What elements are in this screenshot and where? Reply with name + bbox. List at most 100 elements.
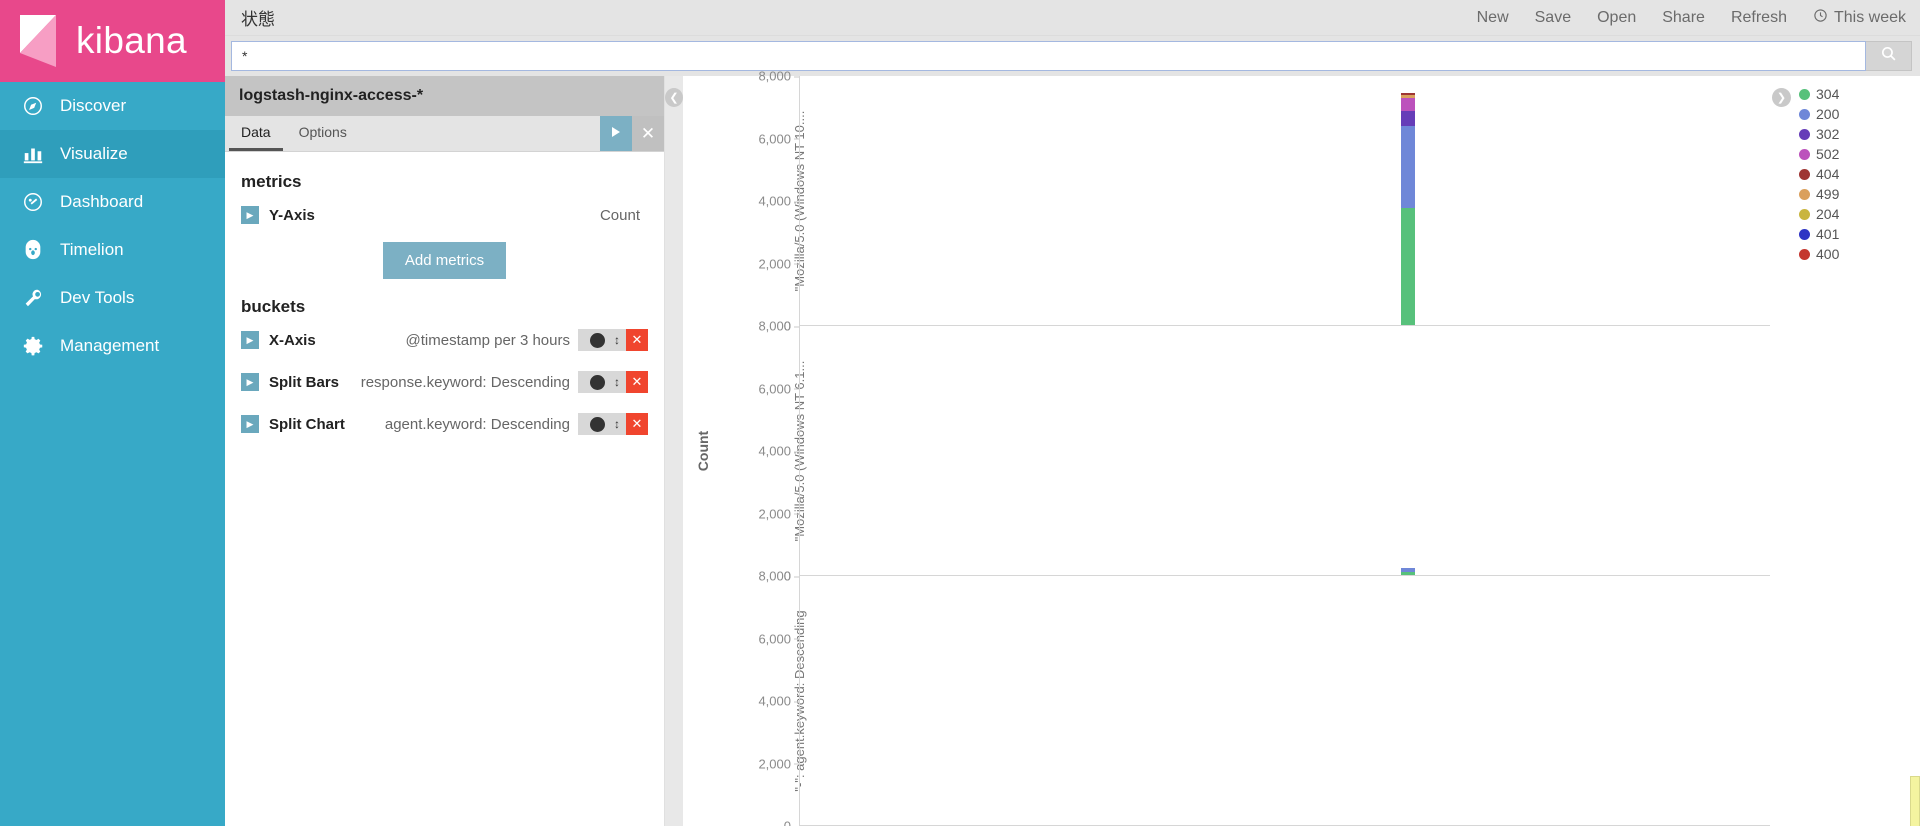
bucket-controls: ↕ ✕ [578,413,648,435]
legend-label: 404 [1816,166,1840,182]
bar-segment[interactable] [1401,125,1416,209]
refresh-button[interactable]: Refresh [1731,9,1787,27]
legend-label: 502 [1816,146,1840,162]
legend-items: 304 200 302 502 404 499 204 401 400 [1799,86,1839,262]
sidebar-item-visualize[interactable]: Visualize [0,130,225,178]
editor-tabs: Data Options ✕ [225,116,664,152]
legend-item[interactable]: 499 [1799,186,1839,202]
topbar-actions: New Save Open Share Refresh This week [1477,8,1920,28]
legend-item[interactable]: 200 [1799,106,1839,122]
apply-changes-button[interactable] [600,116,632,151]
legend-item[interactable]: 304 [1799,86,1839,102]
bucket-row-split-chart[interactable]: ▶ Split Chart agent.keyword: Descending … [241,409,648,439]
legend-color-swatch [1799,128,1810,140]
tab-options[interactable]: Options [287,116,359,151]
y-axis-tick: 4,000 [758,693,799,709]
bucket-row-split-bars[interactable]: ▶ Split Bars response.keyword: Descendin… [241,367,648,397]
bar-segment[interactable] [1401,572,1416,575]
legend-label: 204 [1816,206,1840,222]
move-vertical-icon[interactable]: ↕ [608,413,626,435]
editor-tab-buttons: ✕ [600,116,664,151]
brand-logo[interactable]: kibana [0,0,225,82]
bar-segment[interactable] [1401,208,1416,325]
expand-arrow-icon[interactable]: ▶ [241,331,259,349]
y-axis: 0 2,000 4,000 6,000 8,000 [737,69,800,334]
y-axis-tick: 8,000 [758,568,799,584]
sidebar-item-dashboard[interactable]: Dashboard [0,178,225,226]
legend-item[interactable]: 400 [1799,246,1839,262]
metric-row-y-axis[interactable]: ▶ Y-Axis Count [241,200,648,230]
metrics-heading: metrics [241,172,302,191]
split-chart: "Mozilla/5.0 (Windows NT 6.1... 0 2,000 4,0… [689,319,1770,584]
y-axis-tick: 4,000 [758,193,799,209]
clock-icon [1813,8,1828,28]
y-axis-tick: 8,000 [758,68,799,84]
expand-arrow-icon[interactable]: ▶ [241,206,259,224]
legend-label: 499 [1816,186,1840,202]
plot-area [799,576,1770,826]
sidebar-item-management[interactable]: Management [0,322,225,370]
y-axis-tick: 6,000 [758,631,799,646]
legend-item[interactable]: 302 [1799,126,1839,142]
bucket-label: Split Chart [269,415,345,433]
page-title: 状態 [241,10,275,29]
plot-area [799,326,1770,576]
legend-color-swatch [1799,168,1810,180]
delete-icon[interactable]: ✕ [626,413,648,435]
bucket-label: Split Bars [269,373,340,391]
delete-icon[interactable]: ✕ [626,329,648,351]
legend-color-swatch [1799,148,1810,160]
bucket-value: response.keyword: Descending [360,373,570,391]
legend-item[interactable]: 502 [1799,146,1839,162]
expand-arrow-icon[interactable]: ▶ [241,415,259,433]
legend-item[interactable]: 204 [1799,206,1839,222]
share-button[interactable]: Share [1662,9,1705,27]
time-range-picker[interactable]: This week [1813,8,1906,28]
kibana-logo-icon [14,13,70,69]
stacked-bar[interactable] [1401,93,1416,325]
sidebar-item-dev-tools[interactable]: Dev Tools [0,274,225,322]
split-chart: "Mozilla/5.0 (Windows NT 10.... 0 2,000 4,0… [689,69,1770,334]
toggle-icon[interactable] [578,413,608,435]
sidebar-item-timelion[interactable]: Timelion [0,226,225,274]
visualization-area: ❮ Count "Mozilla/5.0 (Windows NT 10.... 0… [665,69,1920,826]
discard-changes-button[interactable]: ✕ [632,116,664,151]
kibana-app: kibana Discover Visualize Dashboard Time… [0,0,1920,826]
bucket-row-x-axis[interactable]: ▶ X-Axis @timestamp per 3 hours ↕ ✕ [241,325,648,355]
delete-icon[interactable]: ✕ [626,371,648,393]
index-pattern-label: logstash-nginx-access-* [225,76,664,116]
open-button[interactable]: Open [1597,9,1636,27]
bar-segment[interactable] [1401,97,1416,111]
buckets-heading: buckets [241,297,306,316]
bar-segment[interactable] [1401,110,1416,126]
move-vertical-icon[interactable]: ↕ [608,371,626,393]
main-area: 状態 New Save Open Share Refresh This week [225,0,1920,826]
visualization-editor: logstash-nginx-access-* Data Options ✕ m… [225,76,665,826]
search-button[interactable] [1866,41,1912,71]
collapse-editor-button[interactable]: ❮ [665,76,683,826]
move-vertical-icon[interactable]: ↕ [608,329,626,351]
expand-arrow-icon[interactable]: ▶ [241,373,259,391]
toggle-icon[interactable] [578,329,608,351]
sidebar-item-discover[interactable]: Discover [0,82,225,130]
tab-data[interactable]: Data [229,116,283,151]
vertical-scrollbar[interactable] [1910,776,1920,826]
search-input[interactable] [231,41,1866,71]
sidebar-item-label: Dashboard [60,192,144,211]
sidebar: kibana Discover Visualize Dashboard Time… [0,0,225,826]
y-axis-tick: 0 [784,819,791,826]
legend-item[interactable]: 404 [1799,166,1839,182]
legend-label: 302 [1816,126,1840,142]
add-metrics-button[interactable]: Add metrics [382,242,507,279]
sidebar-item-label: Discover [60,96,127,115]
wrench-icon [16,287,50,309]
save-button[interactable]: Save [1535,9,1571,27]
metric-label: Y-Axis [269,206,315,224]
new-button[interactable]: New [1477,9,1509,27]
stacked-bar[interactable] [1401,568,1416,575]
legend-color-swatch [1799,208,1810,220]
legend-item[interactable]: 401 [1799,226,1839,242]
chevron-right-icon[interactable]: ❯ [1772,88,1791,107]
toggle-icon[interactable] [578,371,608,393]
legend-label: 400 [1816,246,1840,262]
